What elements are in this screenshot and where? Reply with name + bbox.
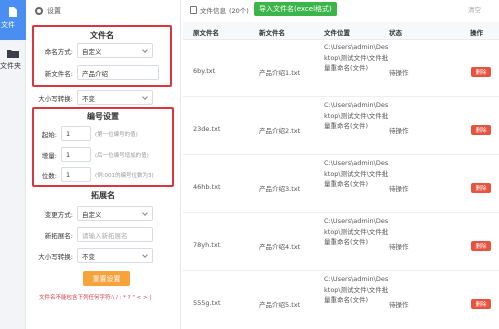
ext-mode-value: 自定义 bbox=[82, 210, 102, 219]
chevron-down-icon bbox=[142, 93, 148, 100]
filename-section-title: 文件名 bbox=[90, 31, 114, 40]
status: 待操作 bbox=[389, 301, 409, 309]
invalid-chars-warning: 文件名不能包含下列任何字符:\ / : * ? " < > | bbox=[39, 295, 152, 301]
digits-input[interactable]: 1 bbox=[61, 167, 91, 182]
chevron-down-icon bbox=[142, 209, 148, 216]
naming-mode-row: 命名方式: 自定义 bbox=[35, 43, 153, 58]
settings-panel: 设置 文件名 命名方式: 自定义 新文件名: 产品介绍 大小写转换: 不变 编号… bbox=[27, 0, 181, 329]
nav-rail: 文件 文件夹 bbox=[0, 0, 26, 329]
ext-mode-select[interactable]: 自定义 bbox=[77, 206, 153, 221]
document-icon bbox=[190, 6, 197, 14]
original-name: 78yh.txt bbox=[193, 241, 221, 249]
file-location: C:\Users\admin\Desktop\测试文件\文件批量重命名(文件) bbox=[324, 159, 389, 188]
new-filename-row: 新文件名: 产品介绍 bbox=[35, 65, 159, 80]
original-name: 555g.txt bbox=[193, 299, 221, 307]
start-hint: (第一位编号的值) bbox=[95, 131, 138, 138]
status: 待操作 bbox=[389, 127, 409, 135]
file-info: 文件信息 (20个) bbox=[190, 5, 249, 15]
settings-header: 设置 bbox=[35, 5, 61, 17]
table-row[interactable]: 46hb.txt 产品介绍3.txt C:\Users\admin\Deskto… bbox=[183, 156, 499, 213]
start-label: 起始: bbox=[41, 130, 57, 139]
case-select[interactable]: 不变 bbox=[77, 90, 153, 105]
nav-item-folders[interactable]: 文件夹 bbox=[0, 48, 26, 80]
delete-button[interactable]: 删除 bbox=[471, 125, 491, 135]
ext-case-select[interactable]: 不变 bbox=[77, 248, 153, 263]
ext-case-label: 大小写转换: bbox=[38, 252, 73, 261]
new-ext-label: 新拓展名: bbox=[44, 231, 73, 240]
digits-hint: (例:001的编号位数为3) bbox=[95, 172, 154, 179]
new-name: 产品介绍4.txt bbox=[259, 243, 301, 251]
delete-button[interactable]: 删除 bbox=[471, 67, 491, 77]
file-icon bbox=[9, 7, 17, 17]
naming-mode-label: 命名方式: bbox=[44, 47, 73, 56]
status: 待操作 bbox=[389, 185, 409, 193]
folder-icon bbox=[7, 50, 19, 58]
numbering-section-title: 编号设置 bbox=[87, 112, 119, 121]
chevron-down-icon bbox=[142, 46, 148, 53]
file-location: C:\Users\admin\Desktop\测试文件\文件批量重命名(文件) bbox=[324, 275, 389, 304]
digits-row: 位数: 1 (例:001的编号位数为3) bbox=[37, 167, 154, 182]
new-filename-label: 新文件名: bbox=[44, 69, 73, 78]
table-header: 原文件名 新文件名 文件位置 状态 操作 bbox=[183, 22, 499, 40]
start-input[interactable]: 1 bbox=[61, 126, 91, 141]
case-row: 大小写转换: 不变 bbox=[29, 90, 153, 105]
case-value: 不变 bbox=[82, 94, 95, 103]
new-name: 产品介绍2.txt bbox=[259, 127, 301, 135]
original-name: 6by.txt bbox=[193, 67, 216, 75]
delete-button[interactable]: 删除 bbox=[471, 183, 491, 193]
table-row[interactable]: 555g.txt 产品介绍5.txt C:\Users\admin\Deskto… bbox=[183, 272, 499, 329]
step-input[interactable]: 1 bbox=[61, 147, 91, 162]
new-name: 产品介绍1.txt bbox=[259, 69, 301, 77]
start-row: 起始: 1 (第一位编号的值) bbox=[37, 126, 138, 141]
col-new-name: 新文件名 bbox=[259, 29, 285, 37]
ext-case-row: 大小写转换: 不变 bbox=[29, 248, 153, 263]
col-original-name: 原文件名 bbox=[193, 29, 219, 37]
nav-item-label: 文件夹 bbox=[0, 62, 21, 70]
nav-item-files[interactable]: 文件 bbox=[0, 0, 26, 40]
app-window: 文件 文件夹 设置 文件名 命名方式: 自定义 新文件名: 产品介绍 大小写转换… bbox=[0, 0, 499, 329]
table-row[interactable]: 6by.txt 产品介绍1.txt C:\Users\admin\Desktop… bbox=[183, 40, 499, 97]
new-ext-row: 新拓展名: 请输入新拓展名 bbox=[29, 227, 153, 242]
step-row: 增量: 1 (后一位编号增加的值) bbox=[37, 147, 149, 162]
file-info-label: 文件信息 bbox=[200, 7, 226, 15]
ext-mode-row: 变更方式: 自定义 bbox=[29, 206, 153, 221]
new-name: 产品介绍3.txt bbox=[259, 185, 301, 193]
col-status: 状态 bbox=[389, 29, 402, 37]
ext-mode-label: 变更方式: bbox=[44, 210, 73, 219]
col-action: 操作 bbox=[470, 29, 483, 37]
digits-label: 位数: bbox=[41, 171, 57, 180]
delete-button[interactable]: 删除 bbox=[471, 299, 491, 309]
status: 待操作 bbox=[389, 243, 409, 251]
naming-mode-value: 自定义 bbox=[82, 47, 102, 56]
col-location: 文件位置 bbox=[324, 29, 350, 37]
file-location: C:\Users\admin\Desktop\测试文件\文件批量重命名(文件) bbox=[324, 101, 389, 130]
settings-title: 设置 bbox=[47, 7, 61, 15]
table-row[interactable]: 78yh.txt 产品介绍4.txt C:\Users\admin\Deskto… bbox=[183, 214, 499, 271]
file-count: (20个) bbox=[229, 7, 249, 15]
import-excel-button[interactable]: 导入文件名(excel格式) bbox=[254, 2, 337, 16]
case-label: 大小写转换: bbox=[38, 94, 73, 103]
chevron-down-icon bbox=[142, 251, 148, 258]
new-ext-input[interactable]: 请输入新拓展名 bbox=[77, 227, 153, 242]
reset-settings-button[interactable]: 重置设置 bbox=[83, 271, 130, 286]
step-label: 增量: bbox=[41, 151, 57, 160]
file-location: C:\Users\admin\Desktop\测试文件\文件批量重命名(文件) bbox=[324, 43, 389, 72]
gear-icon bbox=[35, 7, 43, 15]
naming-mode-select[interactable]: 自定义 bbox=[77, 43, 153, 58]
ext-case-value: 不变 bbox=[82, 252, 95, 261]
status: 待操作 bbox=[389, 69, 409, 77]
ext-section-title: 拓展名 bbox=[91, 191, 115, 200]
new-filename-input[interactable]: 产品介绍 bbox=[77, 65, 159, 80]
nav-item-label: 文件 bbox=[1, 21, 15, 29]
table-row[interactable]: 23de.txt 产品介绍2.txt C:\Users\admin\Deskto… bbox=[183, 98, 499, 155]
delete-button[interactable]: 删除 bbox=[471, 241, 491, 251]
clear-list-link[interactable]: 清空 bbox=[468, 4, 481, 14]
original-name: 23de.txt bbox=[193, 125, 221, 133]
step-hint: (后一位编号增加的值) bbox=[95, 152, 149, 159]
original-name: 46hb.txt bbox=[193, 183, 221, 191]
new-name: 产品介绍5.txt bbox=[259, 301, 301, 309]
file-location: C:\Users\admin\Desktop\测试文件\文件批量重命名(文件) bbox=[324, 217, 389, 246]
